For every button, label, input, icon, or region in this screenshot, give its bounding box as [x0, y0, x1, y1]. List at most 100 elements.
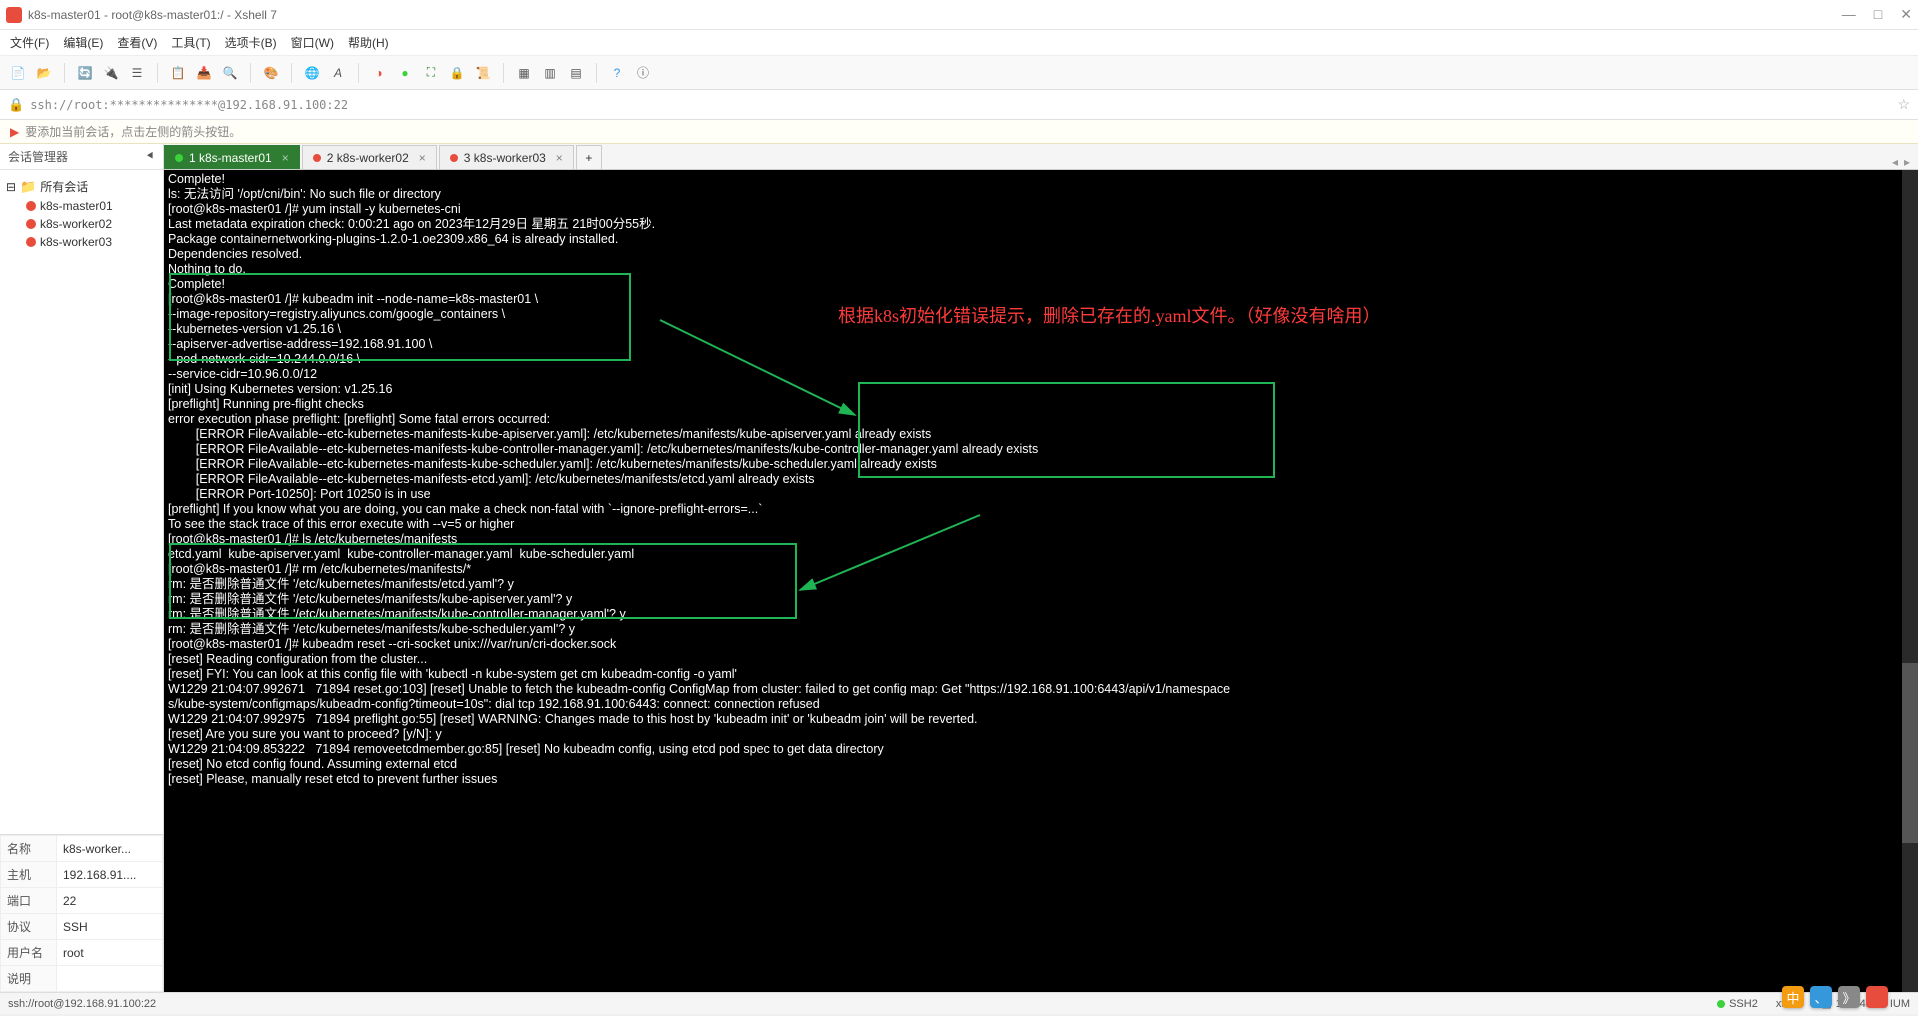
ime-icon[interactable]: 》: [1838, 986, 1860, 1008]
tab-prev-icon[interactable]: ◂: [1892, 155, 1898, 169]
address-text[interactable]: ssh://root:***************@192.168.91.10…: [30, 98, 1897, 112]
session-sidebar: 会话管理器 ⯇ ⊟ 📁 所有会话 k8s-master01 k8s-worker…: [0, 144, 164, 992]
font-icon[interactable]: A: [328, 63, 348, 83]
lock-icon: 🔒: [8, 97, 24, 113]
terminal[interactable]: Complete! ls: 无法访问 '/opt/cni/bin': No su…: [164, 170, 1918, 992]
app-icon: [6, 7, 22, 23]
menu-bar: 文件(F) 编辑(E) 查看(V) 工具(T) 选项卡(B) 窗口(W) 帮助(…: [0, 30, 1918, 56]
prop-row: 名称k8s-worker...: [1, 836, 163, 862]
menu-help[interactable]: 帮助(H): [348, 34, 389, 51]
separator: [596, 63, 597, 83]
copy-icon[interactable]: 📋: [168, 63, 188, 83]
close-icon[interactable]: ×: [282, 151, 289, 165]
menu-tools[interactable]: 工具(T): [171, 34, 210, 51]
disconnect-icon[interactable]: 🔌: [101, 63, 121, 83]
tab-next-icon[interactable]: ▸: [1904, 155, 1910, 169]
scrollbar[interactable]: [1902, 170, 1918, 992]
tree-root[interactable]: ⊟ 📁 所有会话: [0, 176, 163, 197]
about-icon[interactable]: ⓘ: [633, 63, 653, 83]
tab-label: 2 k8s-worker02: [327, 151, 409, 165]
menu-edit[interactable]: 编辑(E): [63, 34, 103, 51]
tree-item-worker02[interactable]: k8s-worker02: [0, 215, 163, 233]
status-ssh: SSH2: [1729, 998, 1758, 1010]
toolbar: 📄 📂 🔄 🔌 ☰ 📋 📥 🔍 🎨 🌐 A ◑ ● ⛶ 🔒 📜 ▦ ▥ ▤ ? …: [0, 56, 1918, 90]
close-button[interactable]: ✕: [1900, 6, 1912, 23]
ime-icon[interactable]: 、: [1810, 986, 1832, 1008]
globe-icon[interactable]: 🌐: [302, 63, 322, 83]
script-icon[interactable]: 📜: [473, 63, 493, 83]
help-icon[interactable]: ?: [607, 63, 627, 83]
tree-item-label: k8s-master01: [40, 199, 113, 213]
folder-icon: 📁: [20, 179, 36, 195]
lock-icon[interactable]: 🔒: [447, 63, 467, 83]
tab-worker02[interactable]: 2 k8s-worker02 ×: [302, 145, 437, 169]
menu-tabs[interactable]: 选项卡(B): [225, 34, 277, 51]
ime-icon[interactable]: [1866, 986, 1888, 1008]
prop-row: 主机192.168.91....: [1, 862, 163, 888]
prop-row: 端口22: [1, 888, 163, 914]
tab-master01[interactable]: 1 k8s-master01 ×: [164, 145, 300, 169]
separator: [291, 63, 292, 83]
session-manager-header: 会话管理器 ⯇: [0, 144, 163, 170]
status-bar: ssh://root@192.168.91.100:22 SSH2 xterm …: [0, 992, 1918, 1014]
user-icon[interactable]: ◑: [369, 63, 389, 83]
window-title: k8s-master01 - root@k8s-master01:/ - Xsh…: [28, 8, 1842, 22]
status-dot-icon: [313, 154, 321, 162]
layout-icon[interactable]: ▦: [514, 63, 534, 83]
address-bar[interactable]: 🔒 ssh://root:***************@192.168.91.…: [0, 90, 1918, 120]
annotation-text: 根据k8s初始化错误提示，删除已存在的.yaml文件。（好像没有啥用）: [838, 302, 1381, 328]
close-icon[interactable]: ×: [556, 151, 563, 165]
tree-item-label: k8s-worker03: [40, 235, 112, 249]
status-dot-icon: [175, 154, 183, 162]
close-icon[interactable]: ×: [419, 151, 426, 165]
menu-view[interactable]: 查看(V): [117, 34, 157, 51]
terminal-area: 1 k8s-master01 × 2 k8s-worker02 × 3 k8s-…: [164, 144, 1918, 992]
color-icon[interactable]: 🎨: [261, 63, 281, 83]
minus-icon[interactable]: ⊟: [6, 180, 16, 194]
ime-indicator: 中 、 》: [1782, 986, 1888, 1008]
chevron-left-icon[interactable]: ⯇: [145, 149, 155, 164]
tree-item-worker03[interactable]: k8s-worker03: [0, 233, 163, 251]
separator: [250, 63, 251, 83]
properties-icon[interactable]: ☰: [127, 63, 147, 83]
add-tab-button[interactable]: +: [576, 145, 602, 169]
flag-icon: ▶: [10, 125, 19, 139]
split-icon[interactable]: ▤: [566, 63, 586, 83]
status-address: ssh://root@192.168.91.100:22: [8, 998, 156, 1010]
tree-item-master01[interactable]: k8s-master01: [0, 197, 163, 215]
separator: [64, 63, 65, 83]
tile-icon[interactable]: ▥: [540, 63, 560, 83]
tab-worker03[interactable]: 3 k8s-worker03 ×: [439, 145, 574, 169]
menu-window[interactable]: 窗口(W): [291, 34, 334, 51]
new-session-icon[interactable]: 📄: [8, 63, 28, 83]
key-icon[interactable]: ●: [395, 63, 415, 83]
open-session-icon[interactable]: 📂: [34, 63, 54, 83]
title-bar: k8s-master01 - root@k8s-master01:/ - Xsh…: [0, 0, 1918, 30]
tree-item-label: k8s-worker02: [40, 217, 112, 231]
ime-icon[interactable]: 中: [1782, 986, 1804, 1008]
maximize-button[interactable]: □: [1874, 6, 1882, 23]
tab-label: 3 k8s-worker03: [464, 151, 546, 165]
session-manager-title: 会话管理器: [8, 148, 68, 165]
status-dot-icon: [450, 154, 458, 162]
session-properties: 名称k8s-worker... 主机192.168.91.... 端口22 协议…: [0, 834, 163, 992]
hint-bar: ▶ 要添加当前会话，点击左侧的箭头按钮。: [0, 120, 1918, 144]
session-tree[interactable]: ⊟ 📁 所有会话 k8s-master01 k8s-worker02 k8s-w…: [0, 170, 163, 834]
expand-icon[interactable]: ⛶: [421, 63, 441, 83]
search-icon[interactable]: 🔍: [220, 63, 240, 83]
reconnect-icon[interactable]: 🔄: [75, 63, 95, 83]
prop-row: 用户名root: [1, 940, 163, 966]
separator: [503, 63, 504, 83]
menu-file[interactable]: 文件(F): [10, 34, 49, 51]
hint-text: 要添加当前会话，点击左侧的箭头按钮。: [25, 123, 241, 140]
status-caps: IUM: [1890, 998, 1910, 1010]
scrollbar-thumb[interactable]: [1902, 663, 1918, 843]
bookmark-icon[interactable]: ☆: [1897, 96, 1910, 113]
prop-row: 协议SSH: [1, 914, 163, 940]
session-icon: [26, 201, 36, 211]
minimize-button[interactable]: —: [1842, 6, 1856, 23]
separator: [157, 63, 158, 83]
main-area: 会话管理器 ⯇ ⊟ 📁 所有会话 k8s-master01 k8s-worker…: [0, 144, 1918, 992]
paste-icon[interactable]: 📥: [194, 63, 214, 83]
session-icon: [26, 237, 36, 247]
